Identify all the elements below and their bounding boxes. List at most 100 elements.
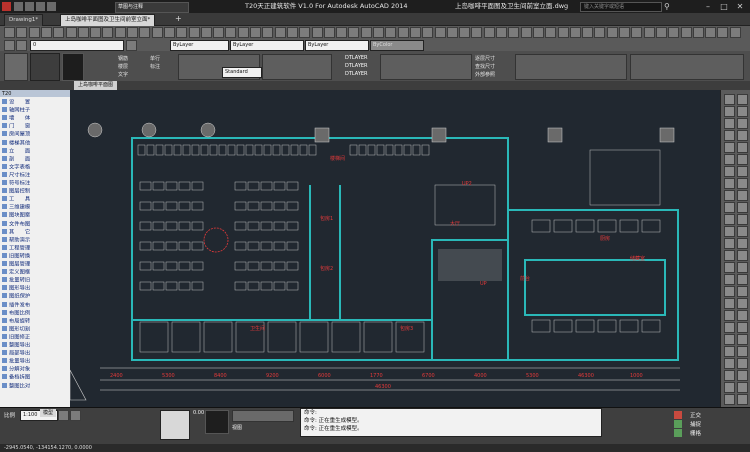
ortho-toggle[interactable]: 正交 bbox=[690, 411, 701, 419]
right-tool-icon[interactable] bbox=[724, 214, 735, 225]
toolbar-tool-icon[interactable] bbox=[127, 27, 138, 38]
redo-icon[interactable] bbox=[47, 2, 56, 11]
right-tool-icon[interactable] bbox=[737, 274, 748, 285]
toolbar-tool-icon[interactable] bbox=[582, 27, 594, 38]
right-tool-icon[interactable] bbox=[737, 262, 748, 273]
toolbar-tool-icon[interactable] bbox=[545, 27, 557, 38]
toolbar-tool-icon[interactable] bbox=[336, 27, 348, 38]
palette-item[interactable]: 立 面 bbox=[2, 147, 30, 156]
palette-item[interactable]: 帮助演示 bbox=[2, 236, 30, 245]
right-tool-icon[interactable] bbox=[737, 238, 748, 249]
palette-item[interactable]: 剖 面 bbox=[2, 155, 30, 164]
toolbar-tool-icon[interactable] bbox=[606, 27, 618, 38]
right-tool-icon[interactable] bbox=[737, 358, 748, 369]
ribbon-group-4[interactable]: 单行 bbox=[150, 55, 160, 62]
right-tool-icon[interactable] bbox=[737, 334, 748, 345]
annotation-icon[interactable] bbox=[70, 410, 81, 421]
right-tool-icon[interactable] bbox=[724, 238, 735, 249]
right-tool-icon[interactable] bbox=[737, 178, 748, 189]
toolbar-tool-icon[interactable] bbox=[16, 27, 28, 38]
right-tool-icon[interactable] bbox=[737, 190, 748, 201]
toolbar-tool-icon[interactable] bbox=[188, 27, 200, 38]
toolbar-tool-icon[interactable] bbox=[619, 27, 630, 38]
search-input[interactable]: 键入关键字或短语 bbox=[580, 2, 662, 12]
palette-item[interactable]: 工 具 bbox=[2, 196, 30, 204]
user-icon[interactable]: ⚲ bbox=[664, 2, 673, 11]
right-tool-icon[interactable] bbox=[724, 298, 735, 309]
right-tool-icon[interactable] bbox=[737, 226, 748, 237]
drawing-tab[interactable]: 上岛咖啡平面图 bbox=[74, 81, 118, 90]
toolbar-tool-icon[interactable] bbox=[446, 27, 458, 38]
toolbar-tool-icon[interactable] bbox=[90, 27, 102, 38]
new-tab-icon[interactable]: + bbox=[175, 14, 185, 24]
palette-item[interactable]: 工程管理 bbox=[2, 244, 30, 253]
dimension-label-2[interactable]: 查找尺寸 bbox=[475, 63, 495, 70]
right-tool-icon[interactable] bbox=[724, 166, 735, 177]
toolbar-tool-icon[interactable] bbox=[4, 27, 15, 38]
right-tool-icon[interactable] bbox=[724, 346, 735, 357]
toolbar-tool-icon[interactable] bbox=[200, 27, 212, 38]
right-tool-icon[interactable] bbox=[737, 94, 748, 105]
right-tool-icon[interactable] bbox=[737, 142, 748, 153]
toolbar-tool-icon[interactable] bbox=[655, 27, 667, 38]
right-tool-icon[interactable] bbox=[724, 262, 735, 273]
right-tool-icon[interactable] bbox=[724, 106, 735, 117]
make-current-icon[interactable] bbox=[126, 40, 137, 51]
minimize-button[interactable]: – bbox=[700, 0, 716, 13]
toolbar-tool-icon[interactable] bbox=[717, 27, 729, 38]
grid-toggle[interactable]: 栅格 bbox=[690, 429, 701, 437]
right-tool-icon[interactable] bbox=[737, 202, 748, 213]
palette-item[interactable]: 三维建模 bbox=[2, 204, 30, 212]
right-tool-icon[interactable] bbox=[724, 382, 735, 393]
open-icon[interactable] bbox=[14, 2, 23, 11]
right-tool-icon[interactable] bbox=[737, 214, 748, 225]
layer-state-icon[interactable] bbox=[16, 40, 27, 51]
palette-item[interactable]: 符号标注 bbox=[2, 180, 30, 188]
palette-item[interactable]: 分解对象 bbox=[2, 366, 30, 374]
right-tool-icon[interactable] bbox=[724, 310, 735, 321]
lineweight-combo[interactable]: ByLayer bbox=[305, 40, 369, 51]
view-controls[interactable] bbox=[232, 410, 294, 422]
save-icon[interactable] bbox=[25, 2, 34, 11]
dimension-label-1[interactable]: 逐层尺寸 bbox=[475, 55, 495, 62]
right-tool-icon[interactable] bbox=[737, 310, 748, 321]
toolbar-tool-icon[interactable] bbox=[262, 27, 274, 38]
palette-item[interactable]: 布图比例 bbox=[2, 309, 30, 318]
right-tool-icon[interactable] bbox=[724, 142, 735, 153]
toolbar-tool-icon[interactable] bbox=[471, 27, 483, 38]
palette-item[interactable]: 尺寸标注 bbox=[2, 171, 30, 180]
toolbar-tool-icon[interactable] bbox=[77, 27, 89, 38]
palette-item[interactable]: 图形切割 bbox=[2, 325, 30, 334]
quick-tools-icon[interactable] bbox=[30, 53, 60, 81]
toolbar-tool-icon[interactable] bbox=[459, 27, 471, 38]
right-tool-icon[interactable] bbox=[724, 394, 735, 405]
palette-item[interactable]: 图块图案 bbox=[2, 212, 30, 220]
palette-item[interactable]: 文字表格 bbox=[2, 163, 30, 172]
dtlayer-button-1[interactable]: DTLAYER bbox=[345, 55, 368, 61]
right-tool-icon[interactable] bbox=[724, 118, 735, 129]
palette-item[interactable]: 整图导出 bbox=[2, 342, 30, 350]
toolbar-tool-icon[interactable] bbox=[348, 27, 360, 38]
right-tool-icon[interactable] bbox=[737, 106, 748, 117]
undo-icon[interactable] bbox=[36, 2, 45, 11]
toolbar-tool-icon[interactable] bbox=[422, 27, 434, 38]
toolbar-tool-icon[interactable] bbox=[594, 27, 606, 38]
right-tool-icon[interactable] bbox=[737, 286, 748, 297]
toolbar-tool-icon[interactable] bbox=[40, 27, 52, 38]
snap-toggle[interactable]: 捕捉 bbox=[690, 420, 701, 428]
ribbon-group-2[interactable]: 楼层 bbox=[118, 63, 128, 70]
right-tool-icon[interactable] bbox=[737, 118, 748, 129]
right-tool-icon[interactable] bbox=[724, 286, 735, 297]
toolbar-tool-icon[interactable] bbox=[373, 27, 384, 38]
right-tool-icon[interactable] bbox=[724, 370, 735, 381]
toolbar-tool-icon[interactable] bbox=[360, 27, 372, 38]
palette-item[interactable]: 布局旋转 bbox=[2, 317, 30, 326]
layer-properties-icon[interactable] bbox=[4, 40, 15, 51]
right-tool-icon[interactable] bbox=[724, 274, 735, 285]
model-tab[interactable]: 模型 bbox=[40, 409, 57, 417]
linetype-combo[interactable]: ByLayer bbox=[230, 40, 304, 51]
right-tool-icon[interactable] bbox=[737, 370, 748, 381]
right-tool-icon[interactable] bbox=[737, 298, 748, 309]
palette-item[interactable]: 楼梯其他 bbox=[2, 139, 30, 148]
toolbar-tool-icon[interactable] bbox=[225, 27, 237, 38]
